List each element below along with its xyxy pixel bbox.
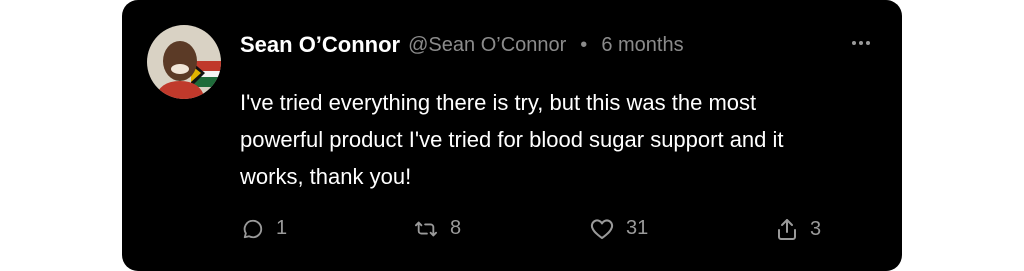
reply-button[interactable]: 1 (242, 217, 287, 240)
more-dots-icon[interactable] (852, 41, 870, 45)
reply-count: 1 (276, 217, 288, 239)
avatar[interactable] (147, 25, 221, 99)
author-handle[interactable]: @Sean O’Connor (408, 34, 566, 57)
repost-count: 8 (450, 217, 462, 239)
avatar-image (147, 25, 221, 99)
separator-dot: • (580, 33, 588, 56)
author-name[interactable]: Sean O’Connor (240, 32, 400, 58)
comment-bubble-icon (243, 219, 263, 238)
like-button[interactable]: 31 (590, 217, 648, 240)
repost-arrows-icon (414, 221, 437, 236)
heart-icon (590, 218, 614, 239)
like-count: 31 (626, 217, 649, 239)
post-header: Sean O’Connor @Sean O’Connor • 6 months (240, 30, 878, 60)
post-actions: 1 8 31 3 (240, 217, 860, 247)
post-text: I've tried everything there is try, but … (240, 90, 784, 189)
repost-button[interactable]: 8 (414, 217, 461, 240)
share-count: 3 (810, 217, 822, 240)
post-card: Sean O’Connor @Sean O’Connor • 6 months … (122, 0, 902, 271)
share-button[interactable]: 3 (776, 217, 821, 241)
share-upload-icon (778, 219, 796, 240)
post-timestamp[interactable]: 6 months (601, 34, 683, 57)
